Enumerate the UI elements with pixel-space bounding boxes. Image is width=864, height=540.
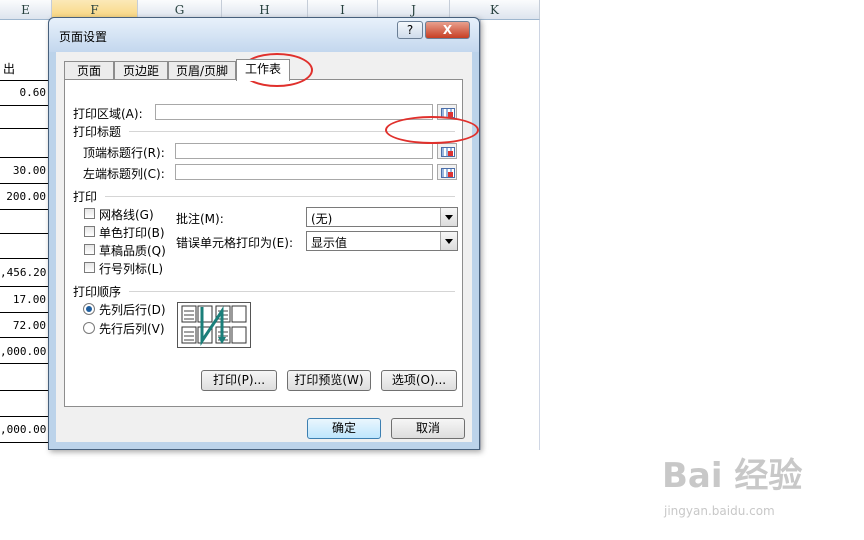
- ok-button[interactable]: 确定: [307, 418, 381, 439]
- cell-value[interactable]: 30.00: [0, 164, 46, 177]
- rows-repeat-label: 顶端标题行(R):: [83, 146, 165, 160]
- rowcol-label: 行号列标(L): [99, 262, 164, 276]
- print-titles-header: 打印标题: [73, 125, 122, 139]
- print-preview-button[interactable]: 打印预览(W): [287, 370, 371, 391]
- gridlines-checkbox[interactable]: [84, 208, 95, 219]
- divider: [105, 196, 455, 197]
- cell-value[interactable]: 0.60: [0, 86, 47, 99]
- print-area-label: 打印区域(A):: [73, 107, 143, 121]
- rows-repeat-picker-icon[interactable]: [437, 143, 457, 159]
- cell-border: [0, 233, 52, 234]
- comments-label: 批注(M):: [176, 212, 224, 226]
- dialog-titlebar[interactable]: 页面设置 ? X: [49, 18, 479, 52]
- cell-value[interactable]: 200.00: [0, 190, 46, 203]
- comments-value: (无): [311, 212, 333, 226]
- chevron-down-icon[interactable]: [440, 208, 457, 226]
- cell-value[interactable]: 17.00: [0, 293, 46, 306]
- page-order-header: 打印顺序: [73, 285, 122, 299]
- print-button[interactable]: 打印(P)...: [201, 370, 277, 391]
- errors-value: 显示值: [311, 236, 348, 250]
- tab-header-footer[interactable]: 页眉/页脚: [168, 61, 236, 80]
- cell-border: [0, 416, 52, 417]
- draft-checkbox[interactable]: [84, 244, 95, 255]
- rowcol-checkbox[interactable]: [84, 262, 95, 273]
- errors-label: 错误单元格打印为(E):: [176, 236, 293, 250]
- cell-border: [0, 337, 52, 338]
- chevron-down-icon[interactable]: [440, 232, 457, 250]
- down-over-label: 先列后行(D): [99, 303, 166, 317]
- cols-repeat-label: 左端标题列(C):: [83, 167, 165, 181]
- options-button[interactable]: 选项(O)...: [381, 370, 457, 391]
- cell-border: [0, 105, 52, 106]
- dialog-body: 页面 页边距 页眉/页脚 工作表 打印区域(A): 打印标题 顶端标题行(R):…: [56, 52, 472, 442]
- column-header-e[interactable]: E: [0, 0, 52, 20]
- cell-border: [0, 80, 52, 81]
- bw-checkbox[interactable]: [84, 226, 95, 237]
- cell-value[interactable]: ,456.20: [0, 266, 46, 279]
- cell-border: [0, 390, 52, 391]
- watermark-url: jingyan.baidu.com: [664, 504, 775, 518]
- grid-line: [539, 20, 540, 450]
- cell-border: [0, 363, 52, 364]
- page-order-preview: [177, 302, 251, 348]
- divider: [129, 291, 455, 292]
- tab-page[interactable]: 页面: [64, 61, 114, 80]
- down-over-radio[interactable]: [83, 303, 95, 315]
- cell-border: [0, 442, 52, 443]
- cell-value[interactable]: 出: [3, 60, 49, 77]
- cols-repeat-input[interactable]: [175, 164, 433, 180]
- help-button[interactable]: ?: [397, 21, 423, 39]
- cols-repeat-picker-icon[interactable]: [437, 164, 457, 180]
- cell-value[interactable]: 72.00: [0, 319, 46, 332]
- over-down-label: 先行后列(V): [99, 322, 165, 336]
- page-order-diagram-icon: [181, 305, 247, 346]
- tab-sheet[interactable]: 工作表: [236, 59, 290, 81]
- rows-repeat-input[interactable]: [175, 143, 433, 159]
- close-button[interactable]: X: [425, 21, 470, 39]
- watermark-logo: Bai 经验: [662, 456, 803, 496]
- cell-border: [0, 286, 52, 287]
- bw-label: 单色打印(B): [99, 226, 165, 240]
- over-down-radio[interactable]: [83, 322, 95, 334]
- cell-border: [0, 183, 52, 184]
- cell-value[interactable]: ,000.00: [0, 423, 46, 436]
- print-area-input[interactable]: [155, 104, 433, 120]
- draft-label: 草稿品质(Q): [99, 244, 166, 258]
- cell-border: [0, 209, 52, 210]
- cell-border: [0, 258, 52, 259]
- grid-line: [480, 20, 481, 450]
- cell-border: [0, 128, 52, 129]
- gridlines-label: 网格线(G): [99, 208, 154, 222]
- cell-value[interactable]: ,000.00: [0, 345, 46, 358]
- tab-margins[interactable]: 页边距: [114, 61, 168, 80]
- print-header: 打印: [73, 190, 98, 204]
- cell-border: [0, 312, 52, 313]
- cell-border: [0, 157, 52, 158]
- errors-select[interactable]: 显示值: [306, 231, 458, 251]
- cancel-button[interactable]: 取消: [391, 418, 465, 439]
- dialog-title: 页面设置: [59, 30, 108, 44]
- annotation-circle-row-picker: [385, 116, 479, 144]
- comments-select[interactable]: (无): [306, 207, 458, 227]
